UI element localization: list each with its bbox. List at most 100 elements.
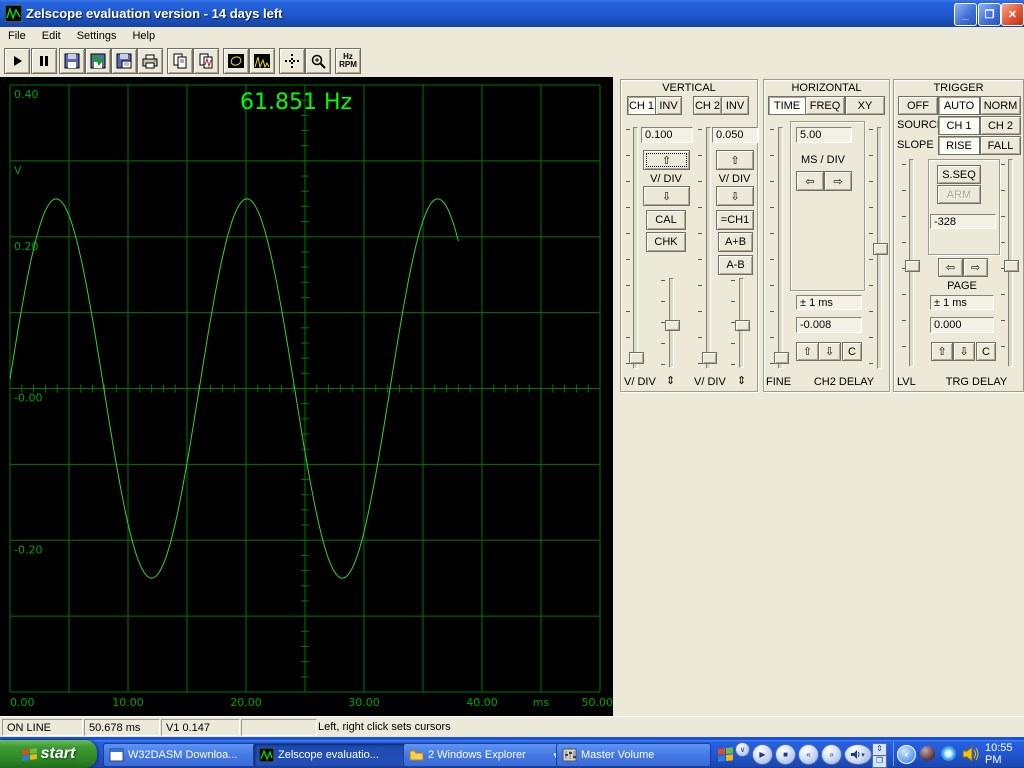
menu-settings[interactable]: Settings <box>69 28 125 44</box>
msdiv-left-button[interactable]: ⇦ <box>796 171 824 191</box>
page-left-button[interactable]: ⇦ <box>938 258 963 277</box>
close-icon: ✕ <box>1007 9 1018 21</box>
menu-file[interactable]: File <box>0 28 34 44</box>
fine-slider-thumb[interactable] <box>774 352 789 364</box>
wmp-play-button[interactable]: ▶ <box>752 744 773 765</box>
task-w32dasm[interactable]: W32DASM Downloa... <box>103 743 262 767</box>
wmp-stop-button[interactable]: ■ <box>775 744 796 765</box>
svg-text:61.851 Hz: 61.851 Hz <box>240 90 352 115</box>
svg-text:-0.00: -0.00 <box>14 392 42 405</box>
close-button[interactable]: ✕ <box>1001 3 1024 26</box>
ch2-fine-slider-thumb[interactable] <box>735 320 750 331</box>
tray-messenger-icon[interactable] <box>941 746 956 761</box>
ch1-cal-button[interactable]: CAL <box>646 210 686 230</box>
msdiv-right-button[interactable]: ⇨ <box>824 171 852 191</box>
svg-text:30.00: 30.00 <box>348 696 380 709</box>
ch1-chk-button[interactable]: CHK <box>646 232 686 252</box>
ch2-eqch1-button[interactable]: =CH1 <box>716 210 754 230</box>
arm-button[interactable]: ARM <box>937 185 981 204</box>
task-w32dasm-label: W32DASM Downloa... <box>128 749 238 761</box>
single-seq-button[interactable]: S.SEQ <box>937 165 981 184</box>
ch2-button[interactable]: CH 2 <box>693 96 722 115</box>
restore-icon: ❐ <box>984 9 995 21</box>
ch2-vdiv-slider-thumb[interactable] <box>702 352 717 364</box>
save-data-button[interactable] <box>111 48 137 74</box>
wmp-chevron-button[interactable]: ∨ <box>735 742 750 757</box>
copy-waveform-button[interactable] <box>193 48 219 74</box>
cursors-button[interactable] <box>279 48 305 74</box>
svg-text:20.00: 20.00 <box>230 696 262 709</box>
trg-delay-clear-button[interactable]: C <box>976 342 996 361</box>
ch2-delay-up-button[interactable]: ⇧ <box>796 342 819 361</box>
trigger-off-button[interactable]: OFF <box>898 96 938 115</box>
fine-slider-track[interactable] <box>778 127 783 369</box>
hz-rpm-button[interactable]: Hz RPM <box>335 48 361 74</box>
ch1-vdiv-down-button[interactable]: ⇩ <box>643 186 690 206</box>
ch2-vdiv-down-button[interactable]: ⇩ <box>716 186 754 206</box>
save-waveform-button[interactable] <box>85 48 111 74</box>
scope-display[interactable]: 0.40 V 0.20 -0.00 -0.20 0.00 10.00 20.00 30.00 40… <box>0 77 613 716</box>
svg-text:50.00: 50.00 <box>582 696 614 709</box>
ch1-button[interactable]: CH 1 <box>627 96 656 115</box>
ch1-vdiv-slider-thumb[interactable] <box>629 352 644 364</box>
ch1-vdiv-slider-track[interactable] <box>633 127 638 369</box>
copy-button[interactable] <box>167 48 193 74</box>
menu-edit[interactable]: Edit <box>34 28 69 44</box>
trg-delay-up-button[interactable]: ⇧ <box>931 342 953 361</box>
task-explorer-group[interactable]: 2 Windows Explorer ▾ <box>403 743 565 767</box>
time-mode-button[interactable]: TIME <box>768 96 806 115</box>
ch1-vdiv-label: V/ DIV <box>650 173 682 185</box>
ch2-vdiv-up-button[interactable]: ⇧ <box>716 150 754 170</box>
folder-icon <box>409 750 424 761</box>
ch2-delay-down-button[interactable]: ⇩ <box>818 342 841 361</box>
minimize-button[interactable]: _ <box>954 3 977 26</box>
page-right-button[interactable]: ⇨ <box>963 258 988 277</box>
spectrum-button[interactable] <box>249 48 275 74</box>
zoom-button[interactable] <box>305 48 331 74</box>
ch1-fine-slider-thumb[interactable] <box>665 320 680 331</box>
start-label: start <box>40 745 76 762</box>
deskband-restore-button[interactable]: ❐ <box>872 755 887 768</box>
trigger-norm-button[interactable]: NORM <box>980 96 1021 115</box>
horizontal-title: HORIZONTAL <box>791 82 862 94</box>
task-zelscope[interactable]: Zelscope evaluatio... <box>253 743 412 767</box>
ch1-invert-button[interactable]: INV <box>655 96 682 115</box>
slope-rise-button[interactable]: RISE <box>938 136 980 155</box>
ch2-invert-button[interactable]: INV <box>721 96 749 115</box>
wmp-next-button[interactable]: » <box>821 744 842 765</box>
trigger-auto-button[interactable]: AUTO <box>938 96 980 115</box>
menu-help[interactable]: Help <box>124 28 163 44</box>
level-slider-thumb[interactable] <box>905 260 920 272</box>
tray-volume-icon[interactable] <box>962 746 980 762</box>
wmp-volume-button[interactable]: ▾ <box>844 744 872 765</box>
wmp-prev-button[interactable]: « <box>798 744 819 765</box>
chevron-left-icon: ‹ <box>904 748 909 761</box>
trigger-level-value: -328 <box>930 214 996 229</box>
task-master-volume[interactable]: Master Volume <box>556 743 711 767</box>
maximize-button[interactable]: ❐ <box>978 3 1001 26</box>
source-ch2-button[interactable]: CH 2 <box>980 116 1021 135</box>
ch2-aplusb-button[interactable]: A+B <box>718 232 753 252</box>
wmp-play-icon: ▶ <box>759 750 766 759</box>
ch2-vdiv-slider-track[interactable] <box>706 127 711 369</box>
pause-button[interactable] <box>31 48 57 74</box>
source-ch1-button[interactable]: CH 1 <box>938 116 980 135</box>
save-button[interactable] <box>59 48 85 74</box>
ch2-aminusb-button[interactable]: A-B <box>718 255 753 275</box>
ch2-delay-slider-thumb[interactable] <box>873 243 888 255</box>
ch1-vdiv-up-button[interactable]: ⇧ <box>643 150 690 170</box>
trg-delay-slider-thumb[interactable] <box>1004 260 1019 272</box>
run-button[interactable] <box>4 48 30 74</box>
xy-mode-panel-button[interactable]: XY <box>845 96 885 115</box>
ch2-delay-clear-button[interactable]: C <box>842 342 862 361</box>
print-button[interactable] <box>137 48 163 74</box>
tray-camera-icon[interactable] <box>920 746 935 761</box>
start-button[interactable]: start <box>0 740 97 768</box>
slope-fall-button[interactable]: FALL <box>980 136 1021 155</box>
wmp-next-icon: » <box>829 750 834 759</box>
tray-collapse-button[interactable]: ‹ <box>897 745 916 764</box>
xy-mode-button[interactable] <box>223 48 249 74</box>
trg-delay-down-button[interactable]: ⇩ <box>953 342 975 361</box>
svg-text:10.00: 10.00 <box>112 696 144 709</box>
freq-mode-button[interactable]: FREQ <box>805 96 845 115</box>
